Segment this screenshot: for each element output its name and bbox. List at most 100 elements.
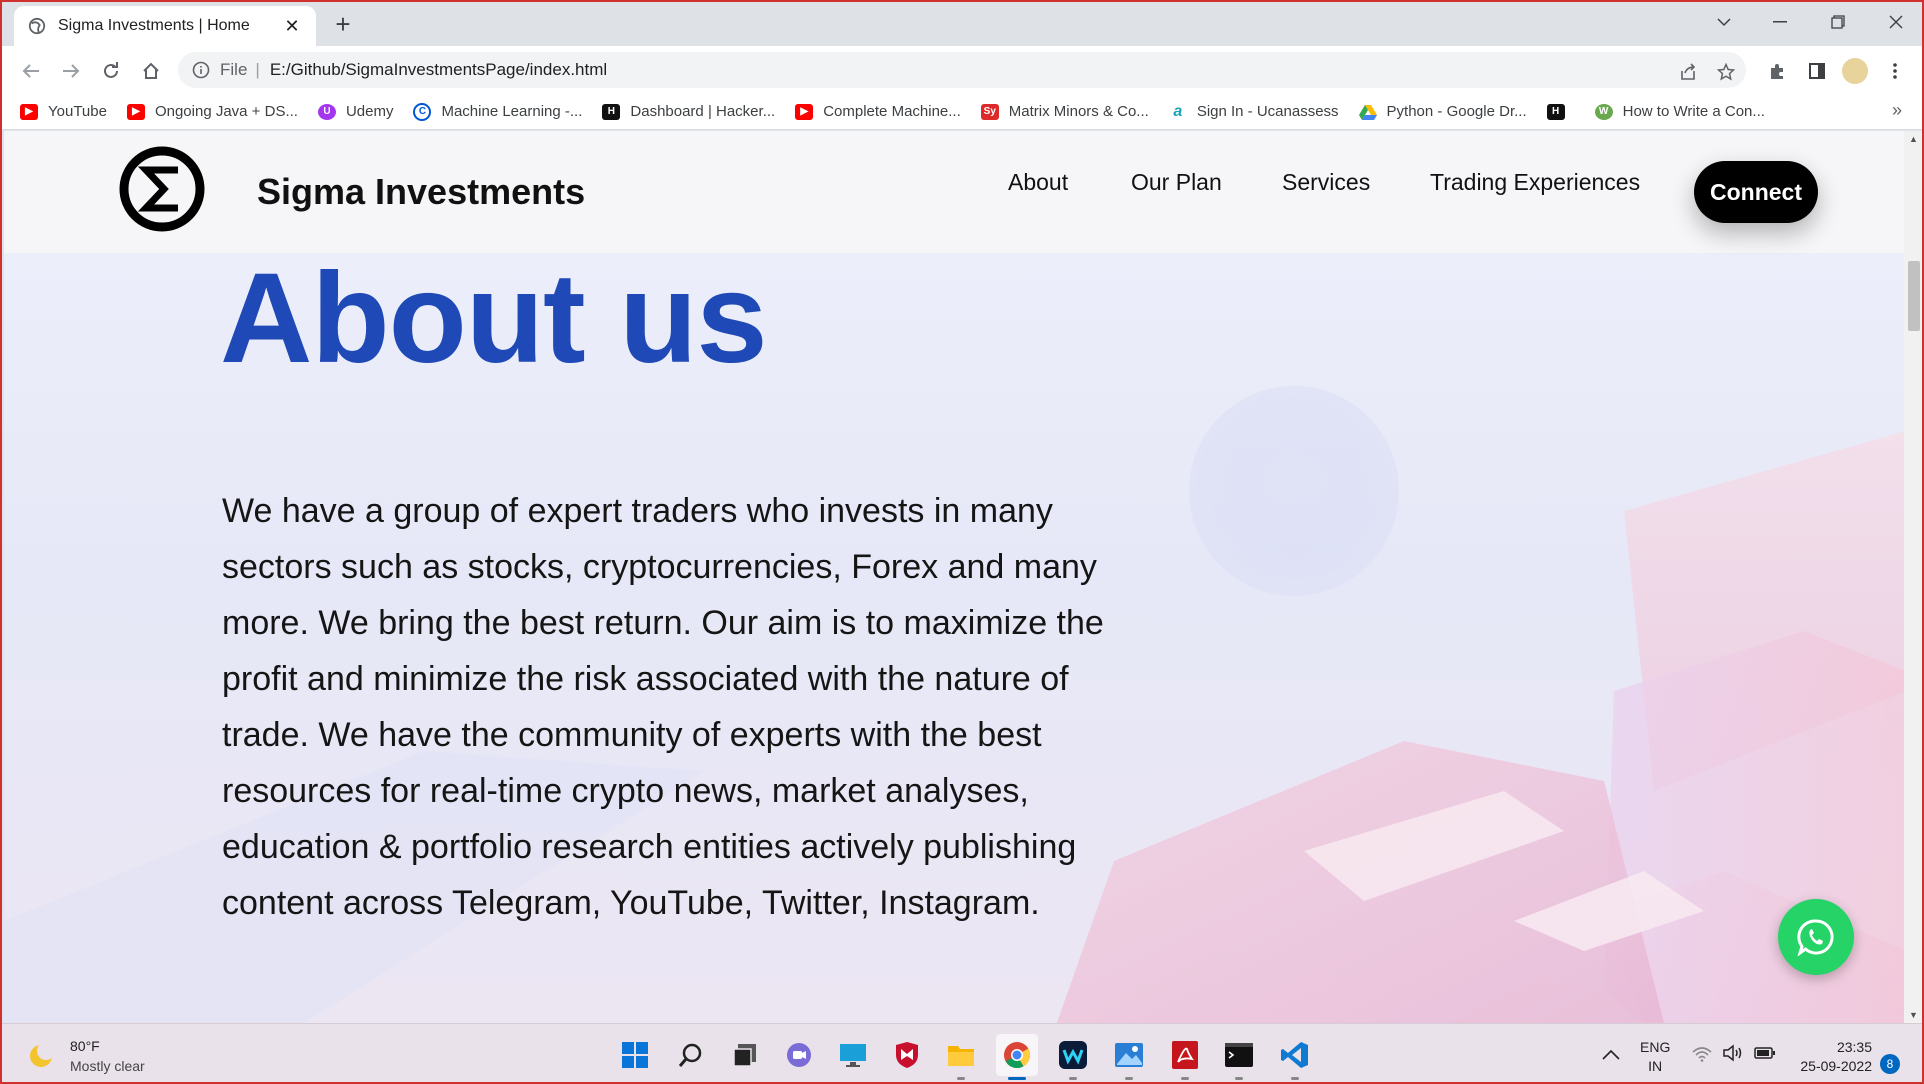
tab-active[interactable]: Sigma Investments | Home ✕ — [14, 6, 316, 46]
scroll-thumb[interactable] — [1908, 261, 1920, 331]
search-icon[interactable] — [670, 1034, 712, 1076]
page-viewport: Sigma Investments About Our Plan Service… — [4, 131, 1906, 1023]
desktop-app-icon[interactable] — [832, 1034, 874, 1076]
bookmark-item[interactable]: C Machine Learning -... — [413, 102, 582, 121]
ucanassess-icon: a — [1173, 102, 1183, 120]
running-indicator — [1291, 1077, 1299, 1080]
url-scheme: File — [220, 60, 248, 79]
new-tab-button[interactable]: + — [328, 10, 358, 38]
running-indicator — [1181, 1077, 1189, 1080]
url-text[interactable]: E:/Github/SigmaInvestmentsPage/index.htm… — [270, 60, 607, 80]
browser-window: Sigma Investments | Home ✕ + File | E:/G… — [0, 0, 1924, 1084]
chevron-up-icon[interactable] — [1602, 1046, 1620, 1065]
notification-badge[interactable]: 8 — [1880, 1054, 1900, 1074]
nav-link-about[interactable]: About — [1008, 169, 1068, 196]
bookmark-item[interactable]: U Udemy — [317, 103, 393, 120]
close-icon[interactable]: ✕ — [282, 16, 302, 37]
hackerrank-icon: H — [602, 103, 621, 120]
windows-taskbar: 80°F Mostly clear ENG IN 23:35 25-09-202… — [2, 1023, 1922, 1082]
language-indicator[interactable]: ENG IN — [1640, 1038, 1670, 1076]
info-icon[interactable] — [192, 61, 210, 79]
moon-weather-icon — [30, 1042, 55, 1067]
vscode-icon[interactable] — [1274, 1034, 1316, 1080]
chevron-down-icon[interactable] — [1696, 2, 1752, 42]
acrobat-icon[interactable] — [1164, 1034, 1206, 1080]
scroll-down-arrow[interactable]: ▼ — [1909, 1010, 1918, 1020]
tab-title: Sigma Investments | Home — [58, 17, 250, 34]
site-header: Sigma Investments About Our Plan Service… — [4, 131, 1906, 253]
youtube-icon: ▶ — [126, 103, 145, 120]
brand-name[interactable]: Sigma Investments — [257, 171, 585, 213]
bookmark-star-icon[interactable] — [1710, 56, 1742, 88]
close-window-button[interactable] — [1868, 2, 1922, 42]
terminal-icon[interactable] — [1218, 1034, 1260, 1080]
more-menu-icon[interactable] — [1880, 56, 1910, 86]
nav-link-services[interactable]: Services — [1282, 169, 1370, 196]
bookmark-item[interactable]: ▶ Ongoing Java + DS... — [126, 103, 298, 120]
share-icon[interactable] — [1672, 56, 1704, 88]
photos-icon[interactable] — [1108, 1034, 1150, 1080]
running-indicator — [1235, 1077, 1243, 1080]
coursera-icon: C — [413, 102, 432, 121]
tab-strip: Sigma Investments | Home ✕ + — [2, 2, 1922, 46]
scroll-up-arrow[interactable]: ▲ — [1909, 134, 1918, 144]
udemy-icon: U — [317, 103, 336, 120]
connect-button[interactable]: Connect — [1694, 161, 1818, 223]
youtube-icon: ▶ — [795, 103, 814, 120]
about-heading: About us — [220, 247, 768, 390]
start-button[interactable] — [614, 1034, 656, 1076]
symbolab-icon: Sy — [980, 103, 999, 120]
whatsapp-icon — [1797, 919, 1834, 956]
bookmark-item[interactable]: ▶ YouTube — [20, 103, 107, 120]
bookmark-item[interactable]: a Sign In - Ucanassess — [1169, 102, 1338, 121]
clock-time: 23:35 — [1836, 1039, 1872, 1055]
restore-button[interactable] — [1810, 2, 1866, 42]
youtube-icon: ▶ — [20, 103, 38, 120]
bookmark-item[interactable]: ▶ Complete Machine... — [795, 103, 961, 120]
bookmark-item[interactable]: H — [1546, 103, 1575, 120]
side-panel-icon[interactable] — [1802, 56, 1832, 86]
back-button[interactable] — [16, 56, 46, 86]
bookmark-item[interactable]: Sy Matrix Minors & Co... — [980, 103, 1149, 120]
site-icon: W — [1594, 103, 1613, 120]
minimize-button[interactable] — [1752, 2, 1808, 42]
volume-icon[interactable] — [1722, 1044, 1744, 1067]
weather-widget[interactable]: 80°F Mostly clear — [26, 1036, 145, 1076]
running-indicator — [1125, 1077, 1133, 1080]
weather-temp: 80°F — [70, 1038, 100, 1054]
nav-link-our-plan[interactable]: Our Plan — [1131, 169, 1222, 196]
bookmark-item[interactable]: H Dashboard | Hacker... — [602, 103, 775, 120]
battery-icon[interactable] — [1754, 1046, 1776, 1065]
chrome-icon[interactable] — [996, 1034, 1038, 1080]
mcafee-icon[interactable] — [886, 1034, 928, 1076]
page-scrollbar[interactable]: ▲ ▼ — [1904, 131, 1922, 1023]
extensions-icon[interactable] — [1762, 56, 1792, 86]
webex-icon[interactable] — [1052, 1034, 1094, 1080]
globe-icon — [28, 17, 46, 35]
running-indicator — [1008, 1077, 1026, 1080]
home-button[interactable] — [136, 56, 166, 86]
running-indicator — [957, 1077, 965, 1080]
whatsapp-button[interactable] — [1778, 899, 1854, 975]
sigma-logo-icon[interactable] — [118, 145, 206, 233]
running-indicator — [1069, 1077, 1077, 1080]
about-paragraph: We have a group of expert traders who in… — [222, 492, 1104, 922]
bookmark-item[interactable]: Python - Google Dr... — [1358, 103, 1527, 120]
chat-icon[interactable] — [778, 1034, 820, 1076]
weather-desc: Mostly clear — [70, 1058, 145, 1074]
task-view-icon[interactable] — [724, 1034, 766, 1076]
address-bar[interactable]: File | E:/Github/SigmaInvestmentsPage/in… — [178, 52, 1746, 88]
file-explorer-icon[interactable] — [940, 1034, 982, 1080]
reload-button[interactable] — [96, 56, 126, 86]
wifi-icon[interactable] — [1692, 1046, 1712, 1067]
nav-link-trading-experiences[interactable]: Trading Experiences — [1430, 169, 1640, 196]
profile-avatar[interactable] — [1840, 56, 1870, 86]
url-separator: | — [255, 60, 260, 79]
google-drive-icon — [1358, 104, 1377, 120]
clock[interactable]: 23:35 25-09-2022 — [1792, 1038, 1872, 1076]
clock-date: 25-09-2022 — [1800, 1058, 1872, 1074]
hackerrank-icon: H — [1546, 103, 1565, 120]
forward-button[interactable] — [56, 56, 86, 86]
bookmarks-overflow-icon[interactable]: » — [1892, 100, 1902, 121]
bookmark-item[interactable]: W How to Write a Con... — [1594, 103, 1765, 120]
